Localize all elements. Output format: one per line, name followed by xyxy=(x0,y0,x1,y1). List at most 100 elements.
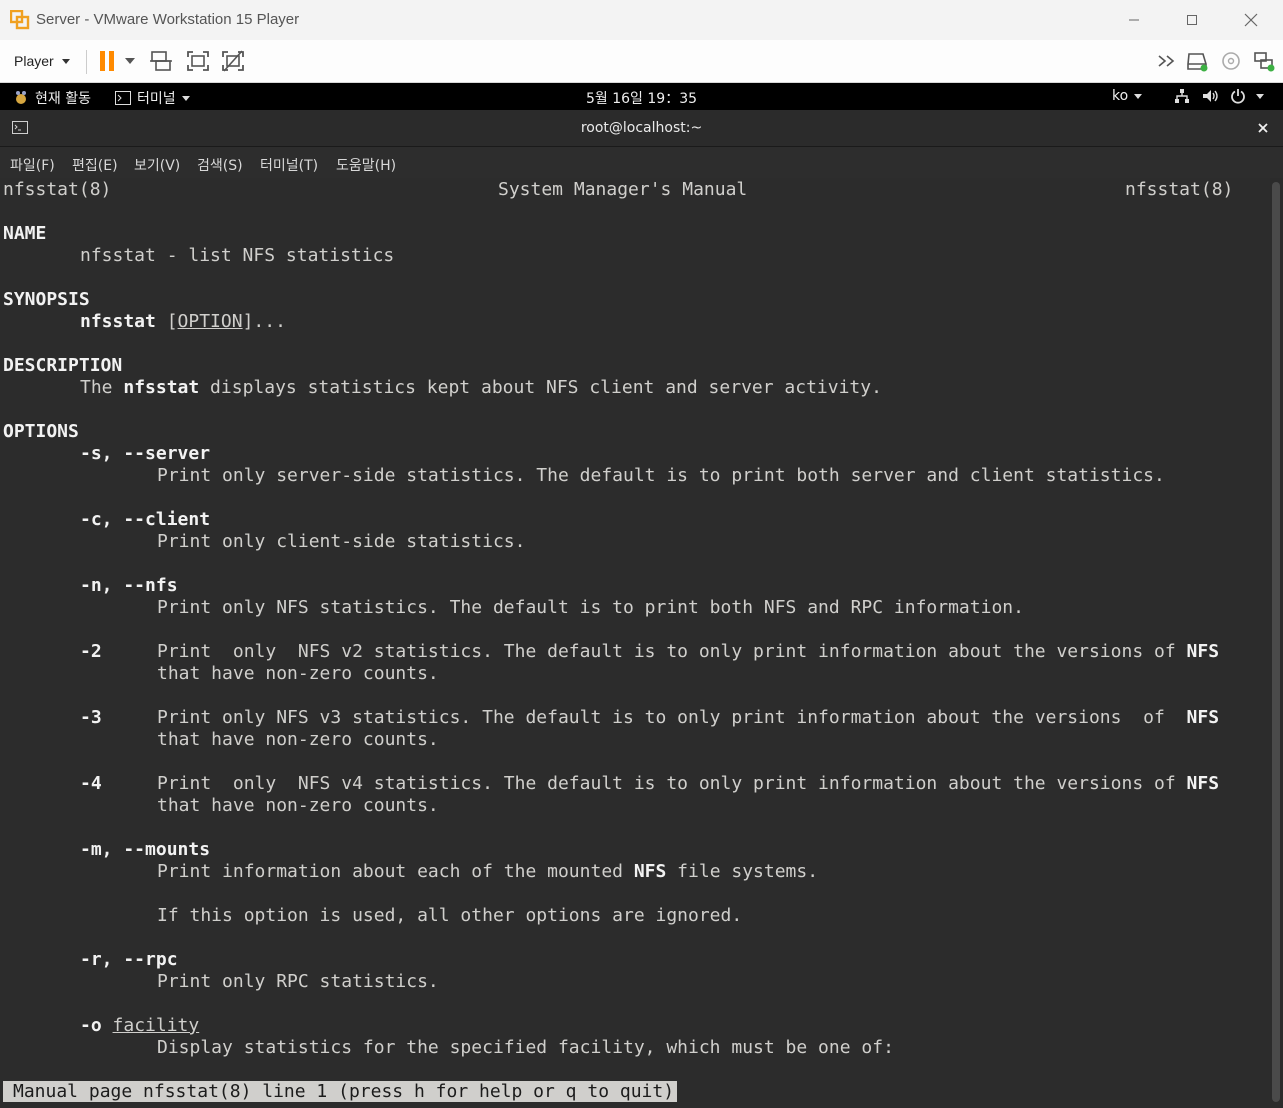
synopsis-line: nfsstat [OPTION]... xyxy=(80,311,286,333)
close-icon xyxy=(1244,13,1258,27)
unity-button[interactable] xyxy=(220,48,246,74)
description-line: The nfsstat displays statistics kept abo… xyxy=(80,377,882,399)
man-header-right: nfsstat(8) xyxy=(1125,179,1234,200)
option-v4-desc: Print only NFS v4 statistics. The defaul… xyxy=(157,773,1187,794)
option-rpc-text: Print only RPC statistics. xyxy=(157,971,439,992)
option-mounts-text2: If this option is used, all other option… xyxy=(157,905,743,926)
more-devices-button[interactable] xyxy=(1155,48,1181,74)
section-description-heading: DESCRIPTION xyxy=(3,355,123,376)
input-method-menu[interactable]: ko xyxy=(1112,88,1143,104)
name-text: nfsstat - list NFS statistics xyxy=(80,245,395,266)
system-menu[interactable] xyxy=(1174,88,1264,104)
gnome-foot-icon xyxy=(16,91,26,104)
terminal-menubar: 파일(F) 편집(E) 보기(V) 검색(S) 터미널(T) 도움말(H) xyxy=(0,147,1283,178)
unity-icon xyxy=(222,50,244,72)
fullscreen-button[interactable] xyxy=(185,48,211,74)
menu-view[interactable]: 보기(V) xyxy=(134,155,180,175)
option-server-text: Print only server-side statistics. The d… xyxy=(157,465,1165,486)
description-pre: The xyxy=(80,377,124,398)
option-rpc-flag: -r, --rpc xyxy=(80,949,178,970)
removable-disk-button[interactable] xyxy=(1184,48,1210,74)
send-ctrl-alt-del-icon xyxy=(150,51,172,71)
section-synopsis-heading: SYNOPSIS xyxy=(3,289,90,310)
terminal-output[interactable]: nfsstat(8) System Manager's Manual nfsst… xyxy=(0,178,1270,1108)
synopsis-option: OPTION xyxy=(177,311,243,332)
option-client-flag: -c, --client xyxy=(80,509,211,530)
clock[interactable]: 5월 16일 19：35 xyxy=(586,88,697,108)
option-nfs-flag: -n, --nfs xyxy=(80,575,178,596)
option-v3-text2: that have non-zero counts. xyxy=(157,729,439,750)
minimize-icon xyxy=(1129,19,1139,21)
network-wired-icon xyxy=(1175,89,1189,103)
terminal-close-button[interactable] xyxy=(1254,119,1272,137)
fullscreen-icon xyxy=(187,51,209,71)
terminal-headerbar: root@localhost:~ xyxy=(0,110,1283,147)
window-titlebar: Server - VMware Workstation 15 Player xyxy=(0,0,1283,41)
option-mounts-post: file systems. xyxy=(666,861,819,882)
player-menu-button[interactable]: Player xyxy=(6,48,78,74)
section-name-heading: NAME xyxy=(3,223,47,244)
option-v3-desc: Print only NFS v3 statistics. The defaul… xyxy=(157,707,1187,728)
menu-file[interactable]: 파일(F) xyxy=(10,155,55,175)
option-mounts-pre: Print information about each of the moun… xyxy=(157,861,634,882)
description-command: nfsstat xyxy=(123,377,200,398)
option-mounts-nfs: NFS xyxy=(633,861,667,882)
activities-label: 현재 활동 xyxy=(35,91,91,107)
toolbar-divider xyxy=(86,50,87,74)
pager-status: Manual page nfsstat(8) line 1 (press h f… xyxy=(3,1081,678,1102)
option-v4-text2: that have non-zero counts. xyxy=(157,795,439,816)
option-facility-line: -o facility xyxy=(80,1015,199,1037)
option-v3-flag: -3 xyxy=(80,707,102,728)
option-mounts-text: Print information about each of the moun… xyxy=(157,861,818,883)
app-menu-terminal[interactable]: 터미널 xyxy=(115,88,190,108)
option-facility-text: Display statistics for the specified fac… xyxy=(157,1037,894,1058)
man-header-left: nfsstat(8) xyxy=(3,179,112,200)
network-adapter-button[interactable] xyxy=(1251,48,1277,74)
synopsis-open: [ xyxy=(155,311,178,332)
option-v4-text: Print only NFS v4 statistics. The defaul… xyxy=(157,773,1219,795)
man-header-center: System Manager's Manual xyxy=(498,179,748,200)
cd-button[interactable] xyxy=(1218,48,1244,74)
terminal-title: root@localhost:~ xyxy=(580,120,703,136)
player-menu-label: Player xyxy=(14,53,54,69)
input-method-label: ko xyxy=(1112,88,1129,104)
send-ctrl-alt-del-button[interactable] xyxy=(148,48,174,74)
option-facility-flag: -o xyxy=(80,1015,102,1036)
maximize-icon xyxy=(1187,15,1197,25)
cd-icon xyxy=(1222,52,1240,70)
pause-options-dropdown[interactable] xyxy=(120,48,140,74)
menu-search[interactable]: 검색(S) xyxy=(197,155,243,175)
close-window-button[interactable] xyxy=(1231,8,1271,32)
activities-button[interactable]: 현재 활동 xyxy=(13,88,91,108)
network-icon xyxy=(1254,52,1275,72)
option-v2-text2: that have non-zero counts. xyxy=(157,663,439,684)
maximize-button[interactable] xyxy=(1172,8,1212,32)
option-facility-arg: facility xyxy=(112,1015,200,1036)
option-v3-text: Print only NFS v3 statistics. The defaul… xyxy=(157,707,1219,729)
option-server-flag: -s, --server xyxy=(80,443,211,464)
option-mounts-flag: -m, --mounts xyxy=(80,839,211,860)
pause-button[interactable] xyxy=(94,48,120,74)
app-menu-label: 터미널 xyxy=(137,91,176,107)
chevron-down-icon xyxy=(125,58,135,64)
option-v2-desc: Print only NFS v2 statistics. The defaul… xyxy=(157,641,1187,662)
volume-icon xyxy=(1203,90,1218,102)
terminal-scrollbar-thumb[interactable] xyxy=(1272,182,1280,1102)
synopsis-command: nfsstat xyxy=(80,311,156,332)
pause-icon xyxy=(100,51,114,71)
removable-disk-icon xyxy=(1187,53,1208,72)
menu-edit[interactable]: 편집(E) xyxy=(72,155,118,175)
terminal-icon xyxy=(115,91,131,105)
chevron-down-icon xyxy=(181,95,190,101)
option-v2-text: Print only NFS v2 statistics. The defaul… xyxy=(157,641,1219,663)
section-options-heading: OPTIONS xyxy=(3,421,79,442)
menu-help[interactable]: 도움말(H) xyxy=(336,155,396,175)
synopsis-close: ]... xyxy=(242,311,286,332)
power-icon xyxy=(1231,89,1245,104)
option-v3-nfs: NFS xyxy=(1186,707,1220,728)
option-nfs-text: Print only NFS statistics. The default i… xyxy=(157,597,1024,618)
gnome-top-bar: 현재 활동 터미널 5월 16일 19：35 ko xyxy=(0,83,1283,110)
minimize-button[interactable] xyxy=(1114,8,1154,32)
menu-terminal[interactable]: 터미널(T) xyxy=(260,155,318,175)
option-client-text: Print only client-side statistics. xyxy=(157,531,526,552)
